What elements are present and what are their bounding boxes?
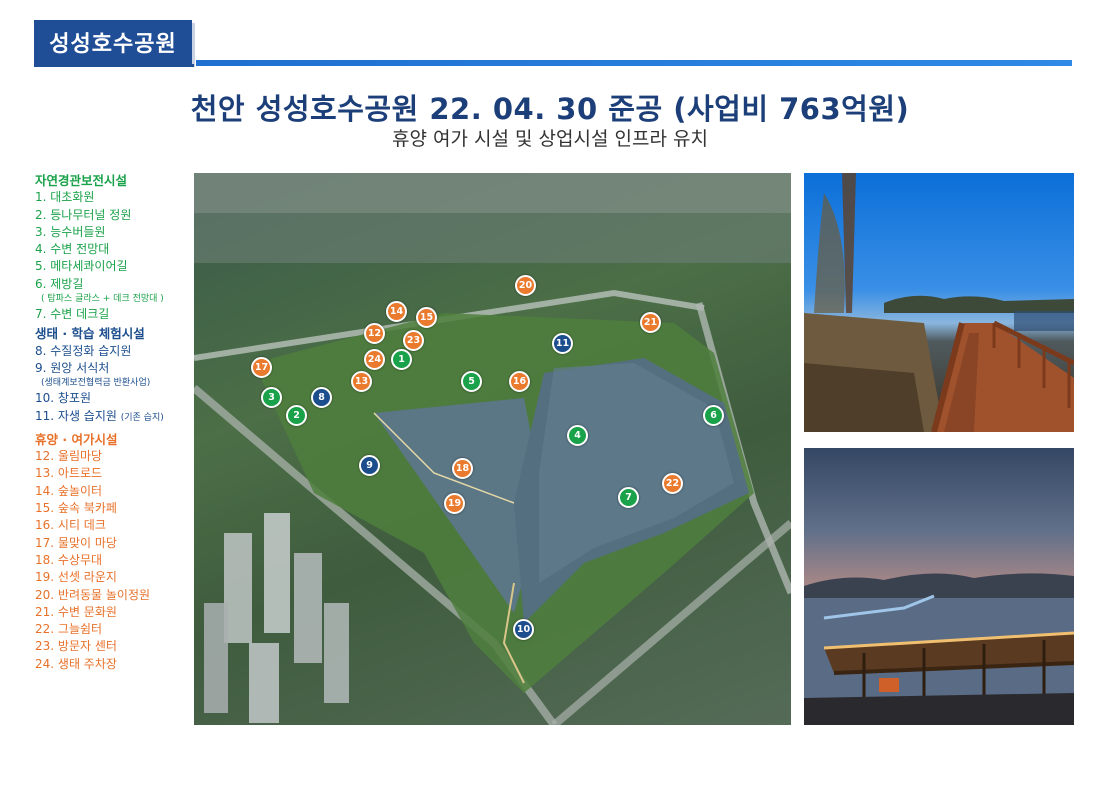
legend-item: 5. 메타세콰이어길: [35, 259, 128, 274]
map-marker[interactable]: 11: [552, 333, 573, 354]
legend-section-ecology: 생태 · 학습 체험시설: [35, 326, 145, 342]
legend-section-leisure: 휴양 · 여가시설: [35, 431, 118, 447]
legend-item: 4. 수변 전망대: [35, 242, 110, 257]
boardwalk-day-illustration: [804, 173, 1074, 432]
legend-item: 19. 선셋 라운지: [35, 570, 117, 585]
map-marker[interactable]: 3: [261, 387, 282, 408]
boardwalk-day-photo: [804, 173, 1074, 432]
map-marker[interactable]: 12: [364, 323, 385, 344]
header-rule: [196, 60, 1072, 66]
map-marker[interactable]: 6: [703, 405, 724, 426]
legend-item: 6. 제방길: [35, 276, 84, 291]
map-marker[interactable]: 18: [452, 458, 473, 479]
legend-item-label: 11. 자생 습지원: [35, 408, 117, 423]
map-marker[interactable]: 2: [286, 405, 307, 426]
legend-item: 20. 반려동물 놀이정원: [35, 587, 151, 602]
map-marker[interactable]: 4: [567, 425, 588, 446]
map-marker[interactable]: 20: [515, 275, 536, 296]
map-marker[interactable]: 14: [386, 301, 407, 322]
legend-item: 13. 아트로드: [35, 466, 103, 481]
map-marker[interactable]: 9: [359, 455, 380, 476]
legend-item: 9. 원앙 서식처: [35, 360, 110, 375]
map-marker[interactable]: 7: [618, 487, 639, 508]
legend-item: 2. 등나무터널 정원: [35, 207, 132, 222]
legend-item: 15. 숲속 북카페: [35, 501, 117, 516]
map-marker[interactable]: 17: [251, 357, 272, 378]
header-underline: [34, 64, 194, 67]
section-tab: 성성호수공원: [34, 20, 192, 64]
legend-item: 21. 수변 문화원: [35, 604, 117, 619]
boardwalk-dusk-photo: [804, 448, 1074, 725]
legend-item: 3. 능수버들원: [35, 224, 106, 239]
boardwalk-dusk-illustration: [804, 573, 1074, 725]
facility-legend: 자연경관보전시설 1. 대초화원 2. 등나무터널 정원 3. 능수버들원 4.…: [35, 172, 195, 673]
map-marker[interactable]: 8: [311, 387, 332, 408]
map-marker[interactable]: 21: [640, 312, 661, 333]
legend-item: 8. 수질정화 습지원: [35, 343, 132, 358]
legend-item: 18. 수상무대: [35, 552, 103, 567]
legend-item: 10. 창포원: [35, 391, 92, 406]
legend-item-note: (기존 습지): [120, 412, 164, 423]
legend-item: 24. 생태 주차장: [35, 656, 117, 671]
map-marker[interactable]: 5: [461, 371, 482, 392]
aerial-park-map: 1 2 3 4 5 6 7 8 9 10 11 12 13 14 15 16 1…: [194, 173, 791, 725]
legend-item: 23. 방문자 센터: [35, 639, 117, 654]
page-subtitle: 휴양 여가 시설 및 상업시설 인프라 유치: [392, 128, 708, 150]
legend-item: 12. 울림마당: [35, 449, 103, 464]
map-marker[interactable]: 24: [364, 349, 385, 370]
map-marker[interactable]: 19: [444, 493, 465, 514]
map-illustration: [194, 173, 791, 725]
map-marker[interactable]: 15: [416, 307, 437, 328]
legend-item: 11. 자생 습지원 (기존 습지): [35, 408, 195, 427]
page-title: 천안 성성호수공원 22. 04. 30 준공 (사업비 763억원): [190, 92, 910, 126]
map-marker[interactable]: 1: [391, 349, 412, 370]
legend-item: 17. 물맞이 마당: [35, 535, 117, 550]
legend-item: 16. 시티 데크: [35, 518, 106, 533]
legend-item: 7. 수변 데크길: [35, 307, 110, 322]
map-marker[interactable]: 16: [509, 371, 530, 392]
legend-item: 22. 그늘쉼터: [35, 622, 103, 637]
map-marker[interactable]: 13: [351, 371, 372, 392]
legend-item: 1. 대초화원: [35, 190, 95, 205]
map-marker[interactable]: 22: [662, 473, 683, 494]
legend-item: 14. 숲놀이터: [35, 483, 103, 498]
map-marker[interactable]: 23: [403, 330, 424, 351]
legend-section-nature: 자연경관보전시설: [35, 173, 128, 188]
legend-note: ( 탐파스 글라스 + 데크 전망대 ): [41, 294, 164, 305]
legend-note: (생태계보전협력금 반환사업): [41, 378, 151, 389]
map-marker[interactable]: 10: [513, 619, 534, 640]
